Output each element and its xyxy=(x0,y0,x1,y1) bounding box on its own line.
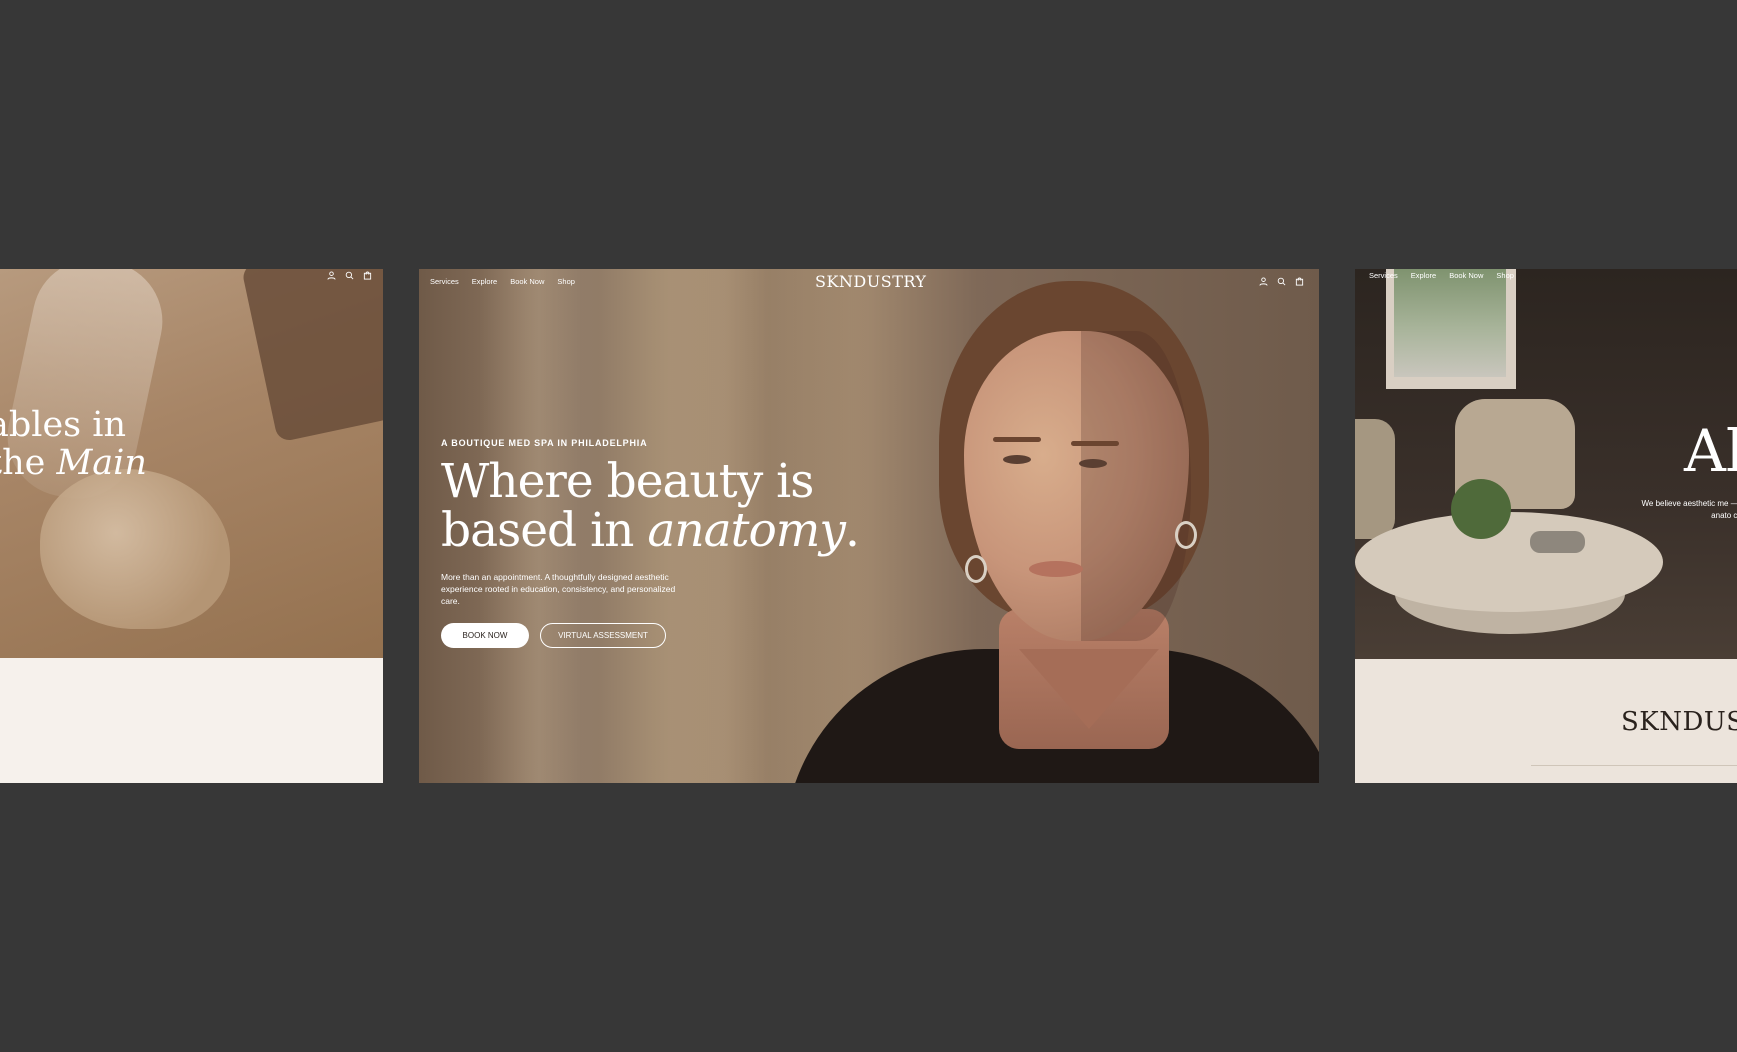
portrait-earring-left xyxy=(965,555,987,583)
right-headline: Al xyxy=(1684,417,1737,485)
right-brand-logo: SKNDUS xyxy=(1621,707,1737,737)
portrait-earring-right xyxy=(1175,521,1197,549)
left-headline: ables in the Main xyxy=(0,406,147,482)
headline-line-2: the Main xyxy=(0,444,147,482)
potted-plant xyxy=(1451,479,1511,539)
hero-title-line-2-suffix: . xyxy=(844,503,860,558)
shadow-shape xyxy=(240,269,383,443)
headline-line-2-prefix: the xyxy=(0,443,46,483)
primary-nav: Services Explore Book Now Shop xyxy=(430,277,575,286)
nav-services[interactable]: Services xyxy=(430,277,459,286)
serum-drip xyxy=(40,469,230,629)
portrait-brow-left xyxy=(993,437,1041,442)
right-description: We believe aesthetic me —grounded in ana… xyxy=(1641,499,1737,520)
cart-icon[interactable] xyxy=(363,271,372,280)
hero-description: More than an appointment. A thoughtfully… xyxy=(441,572,676,606)
divider xyxy=(1531,765,1737,766)
portrait-brow-right xyxy=(1071,441,1119,446)
headline-line-1: ables in xyxy=(0,405,127,445)
header-icons xyxy=(1259,277,1304,286)
nav-book-now[interactable]: Book Now xyxy=(510,277,544,286)
search-icon[interactable] xyxy=(345,271,354,280)
account-icon[interactable] xyxy=(1259,277,1268,286)
hero-title-line-2: based in anatomy. xyxy=(441,503,860,558)
nav-explore[interactable]: Explore xyxy=(472,277,497,286)
hero-title: Where beauty is based in anatomy. xyxy=(441,454,860,558)
table-decor xyxy=(1530,531,1585,553)
nav-book-now[interactable]: Book Now xyxy=(1449,271,1483,280)
secondary-nav: Services Explore Book Now Shop xyxy=(1369,271,1514,280)
window-view xyxy=(1394,269,1506,377)
nav-explore[interactable]: Explore xyxy=(1411,271,1436,280)
virtual-assessment-button[interactable]: VIRTUAL ASSESSMENT xyxy=(540,623,666,648)
armchair-left xyxy=(1355,419,1395,539)
portrait-vneck xyxy=(1019,649,1159,729)
header-icons xyxy=(327,271,372,280)
portrait-eye-right xyxy=(1079,459,1107,468)
site-logo[interactable]: SKNDUSTRY xyxy=(815,272,926,291)
right-preview-panel: Services Explore Book Now Shop Al We bel… xyxy=(1355,269,1737,783)
nav-shop[interactable]: Shop xyxy=(557,277,575,286)
search-icon[interactable] xyxy=(1277,277,1286,286)
lounge-photo xyxy=(1355,269,1737,659)
hero-eyebrow: A BOUTIQUE MED SPA IN PHILADELPHIA xyxy=(441,438,648,448)
hero-title-italic: anatomy xyxy=(647,503,846,558)
hero-title-line-1: Where beauty is xyxy=(441,454,814,509)
portrait-eye-left xyxy=(1003,455,1031,464)
nav-services[interactable]: Services xyxy=(1369,271,1398,280)
coffee-table xyxy=(1355,512,1663,612)
hero-title-line-2-prefix: based in xyxy=(441,503,648,558)
left-cream-section xyxy=(0,658,383,783)
cart-icon[interactable] xyxy=(1295,277,1304,286)
portrait-face-shadow xyxy=(1081,331,1191,641)
book-now-button[interactable]: BOOK NOW xyxy=(441,623,529,648)
hero-preview-panel: Services Explore Book Now Shop SKNDUSTRY… xyxy=(419,269,1319,783)
portrait-lips xyxy=(1029,561,1083,577)
nav-shop[interactable]: Shop xyxy=(1496,271,1514,280)
serum-photo: ables in the Main xyxy=(0,269,383,658)
account-icon[interactable] xyxy=(327,271,336,280)
headline-line-2-italic: Main xyxy=(56,443,147,483)
left-preview-panel: ables in the Main xyxy=(0,269,383,783)
